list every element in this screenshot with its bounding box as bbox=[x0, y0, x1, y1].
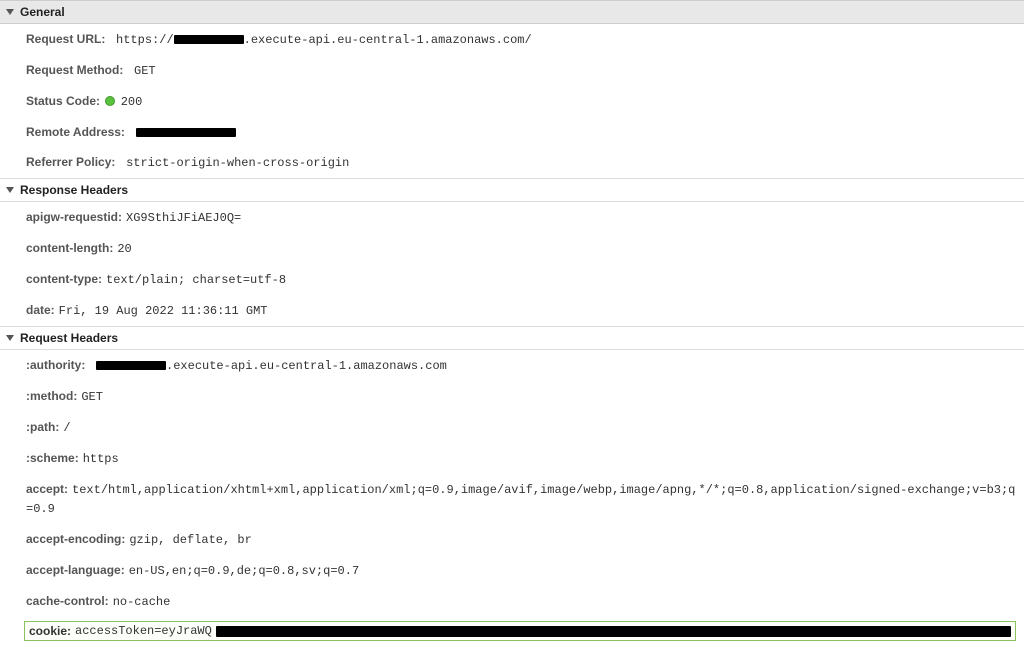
disclosure-icon bbox=[6, 9, 14, 15]
label-cookie: cookie: bbox=[29, 624, 71, 638]
header-value: en-US,en;q=0.9,de;q=0.8,sv;q=0.7 bbox=[129, 564, 359, 578]
header-row: accept:text/html,application/xhtml+xml,a… bbox=[0, 474, 1024, 524]
row-status-code: Status Code: 200 bbox=[0, 86, 1024, 117]
value-request-url-suffix: .execute-api.eu-central-1.amazonaws.com/ bbox=[244, 33, 532, 47]
header-label: accept-language: bbox=[26, 563, 125, 577]
section-title: General bbox=[20, 5, 65, 19]
header-label: :method: bbox=[26, 389, 77, 403]
header-value: / bbox=[63, 421, 70, 435]
redacted-cookie bbox=[216, 626, 1011, 637]
header-value: 20 bbox=[117, 242, 131, 256]
header-label: :path: bbox=[26, 420, 59, 434]
disclosure-icon bbox=[6, 335, 14, 341]
header-row: :method: GET bbox=[0, 381, 1024, 412]
label-remote-address: Remote Address: bbox=[26, 125, 125, 139]
status-dot-icon bbox=[105, 96, 115, 106]
header-label: content-type: bbox=[26, 272, 102, 286]
disclosure-icon bbox=[6, 187, 14, 193]
header-label: date: bbox=[26, 303, 55, 317]
value-request-method: GET bbox=[134, 64, 156, 78]
header-value: Fri, 19 Aug 2022 11:36:11 GMT bbox=[59, 304, 268, 318]
header-value: gzip, deflate, br bbox=[129, 533, 251, 547]
header-row: date: Fri, 19 Aug 2022 11:36:11 GMT bbox=[0, 295, 1024, 326]
header-value: https bbox=[83, 452, 119, 466]
header-label: content-length: bbox=[26, 241, 113, 255]
header-row: apigw-requestid: XG9SthiJFiAEJ0Q= bbox=[0, 202, 1024, 233]
section-title: Request Headers bbox=[20, 331, 118, 345]
row-referrer-policy: Referrer Policy: strict-origin-when-cros… bbox=[0, 147, 1024, 178]
section-header-response[interactable]: Response Headers bbox=[0, 178, 1024, 202]
redacted-remote-address bbox=[136, 128, 236, 137]
header-row: accept-encoding: gzip, deflate, br bbox=[0, 524, 1024, 555]
section-header-request[interactable]: Request Headers bbox=[0, 326, 1024, 350]
header-label: accept-encoding: bbox=[26, 532, 125, 546]
row-request-method: Request Method: GET bbox=[0, 55, 1024, 86]
header-value: text/html,application/xhtml+xml,applicat… bbox=[26, 483, 1015, 516]
header-label: :scheme: bbox=[26, 451, 79, 465]
label-authority: :authority: bbox=[26, 358, 85, 372]
header-row: :scheme: https bbox=[0, 443, 1024, 474]
label-request-method: Request Method: bbox=[26, 63, 123, 77]
label-status-code: Status Code: bbox=[26, 94, 100, 108]
row-remote-address: Remote Address: bbox=[0, 117, 1024, 147]
value-authority-suffix: .execute-api.eu-central-1.amazonaws.com bbox=[166, 359, 447, 373]
row-request-url: Request URL: https:// .execute-api.eu-cen… bbox=[0, 24, 1024, 55]
header-value: text/plain; charset=utf-8 bbox=[106, 273, 286, 287]
value-request-url-prefix: https:// bbox=[116, 33, 174, 47]
value-cookie-prefix: accessToken=eyJraWQ bbox=[75, 624, 212, 638]
header-label: accept: bbox=[26, 482, 68, 496]
header-row: content-type: text/plain; charset=utf-8 bbox=[0, 264, 1024, 295]
value-referrer-policy: strict-origin-when-cross-origin bbox=[126, 156, 349, 170]
header-value: XG9SthiJFiAEJ0Q= bbox=[126, 211, 241, 225]
header-row: content-length: 20 bbox=[0, 233, 1024, 264]
row-authority: :authority: .execute-api.eu-central-1.am… bbox=[0, 350, 1024, 381]
row-cookie: cookie: accessToken=eyJraWQ bbox=[24, 621, 1016, 641]
redacted-host bbox=[174, 35, 244, 44]
header-label: cache-control: bbox=[26, 594, 109, 608]
label-referrer-policy: Referrer Policy: bbox=[26, 155, 115, 169]
header-label: apigw-requestid: bbox=[26, 210, 122, 224]
header-row: :path: / bbox=[0, 412, 1024, 443]
header-value: no-cache bbox=[113, 595, 171, 609]
value-status-code: 200 bbox=[121, 95, 143, 109]
header-value: GET bbox=[81, 390, 103, 404]
redacted-authority bbox=[96, 361, 166, 370]
section-title: Response Headers bbox=[20, 183, 128, 197]
section-header-general[interactable]: General bbox=[0, 0, 1024, 24]
header-row: cache-control: no-cache bbox=[0, 586, 1024, 617]
header-row: accept-language: en-US,en;q=0.9,de;q=0.8,… bbox=[0, 555, 1024, 586]
label-request-url: Request URL: bbox=[26, 32, 105, 46]
